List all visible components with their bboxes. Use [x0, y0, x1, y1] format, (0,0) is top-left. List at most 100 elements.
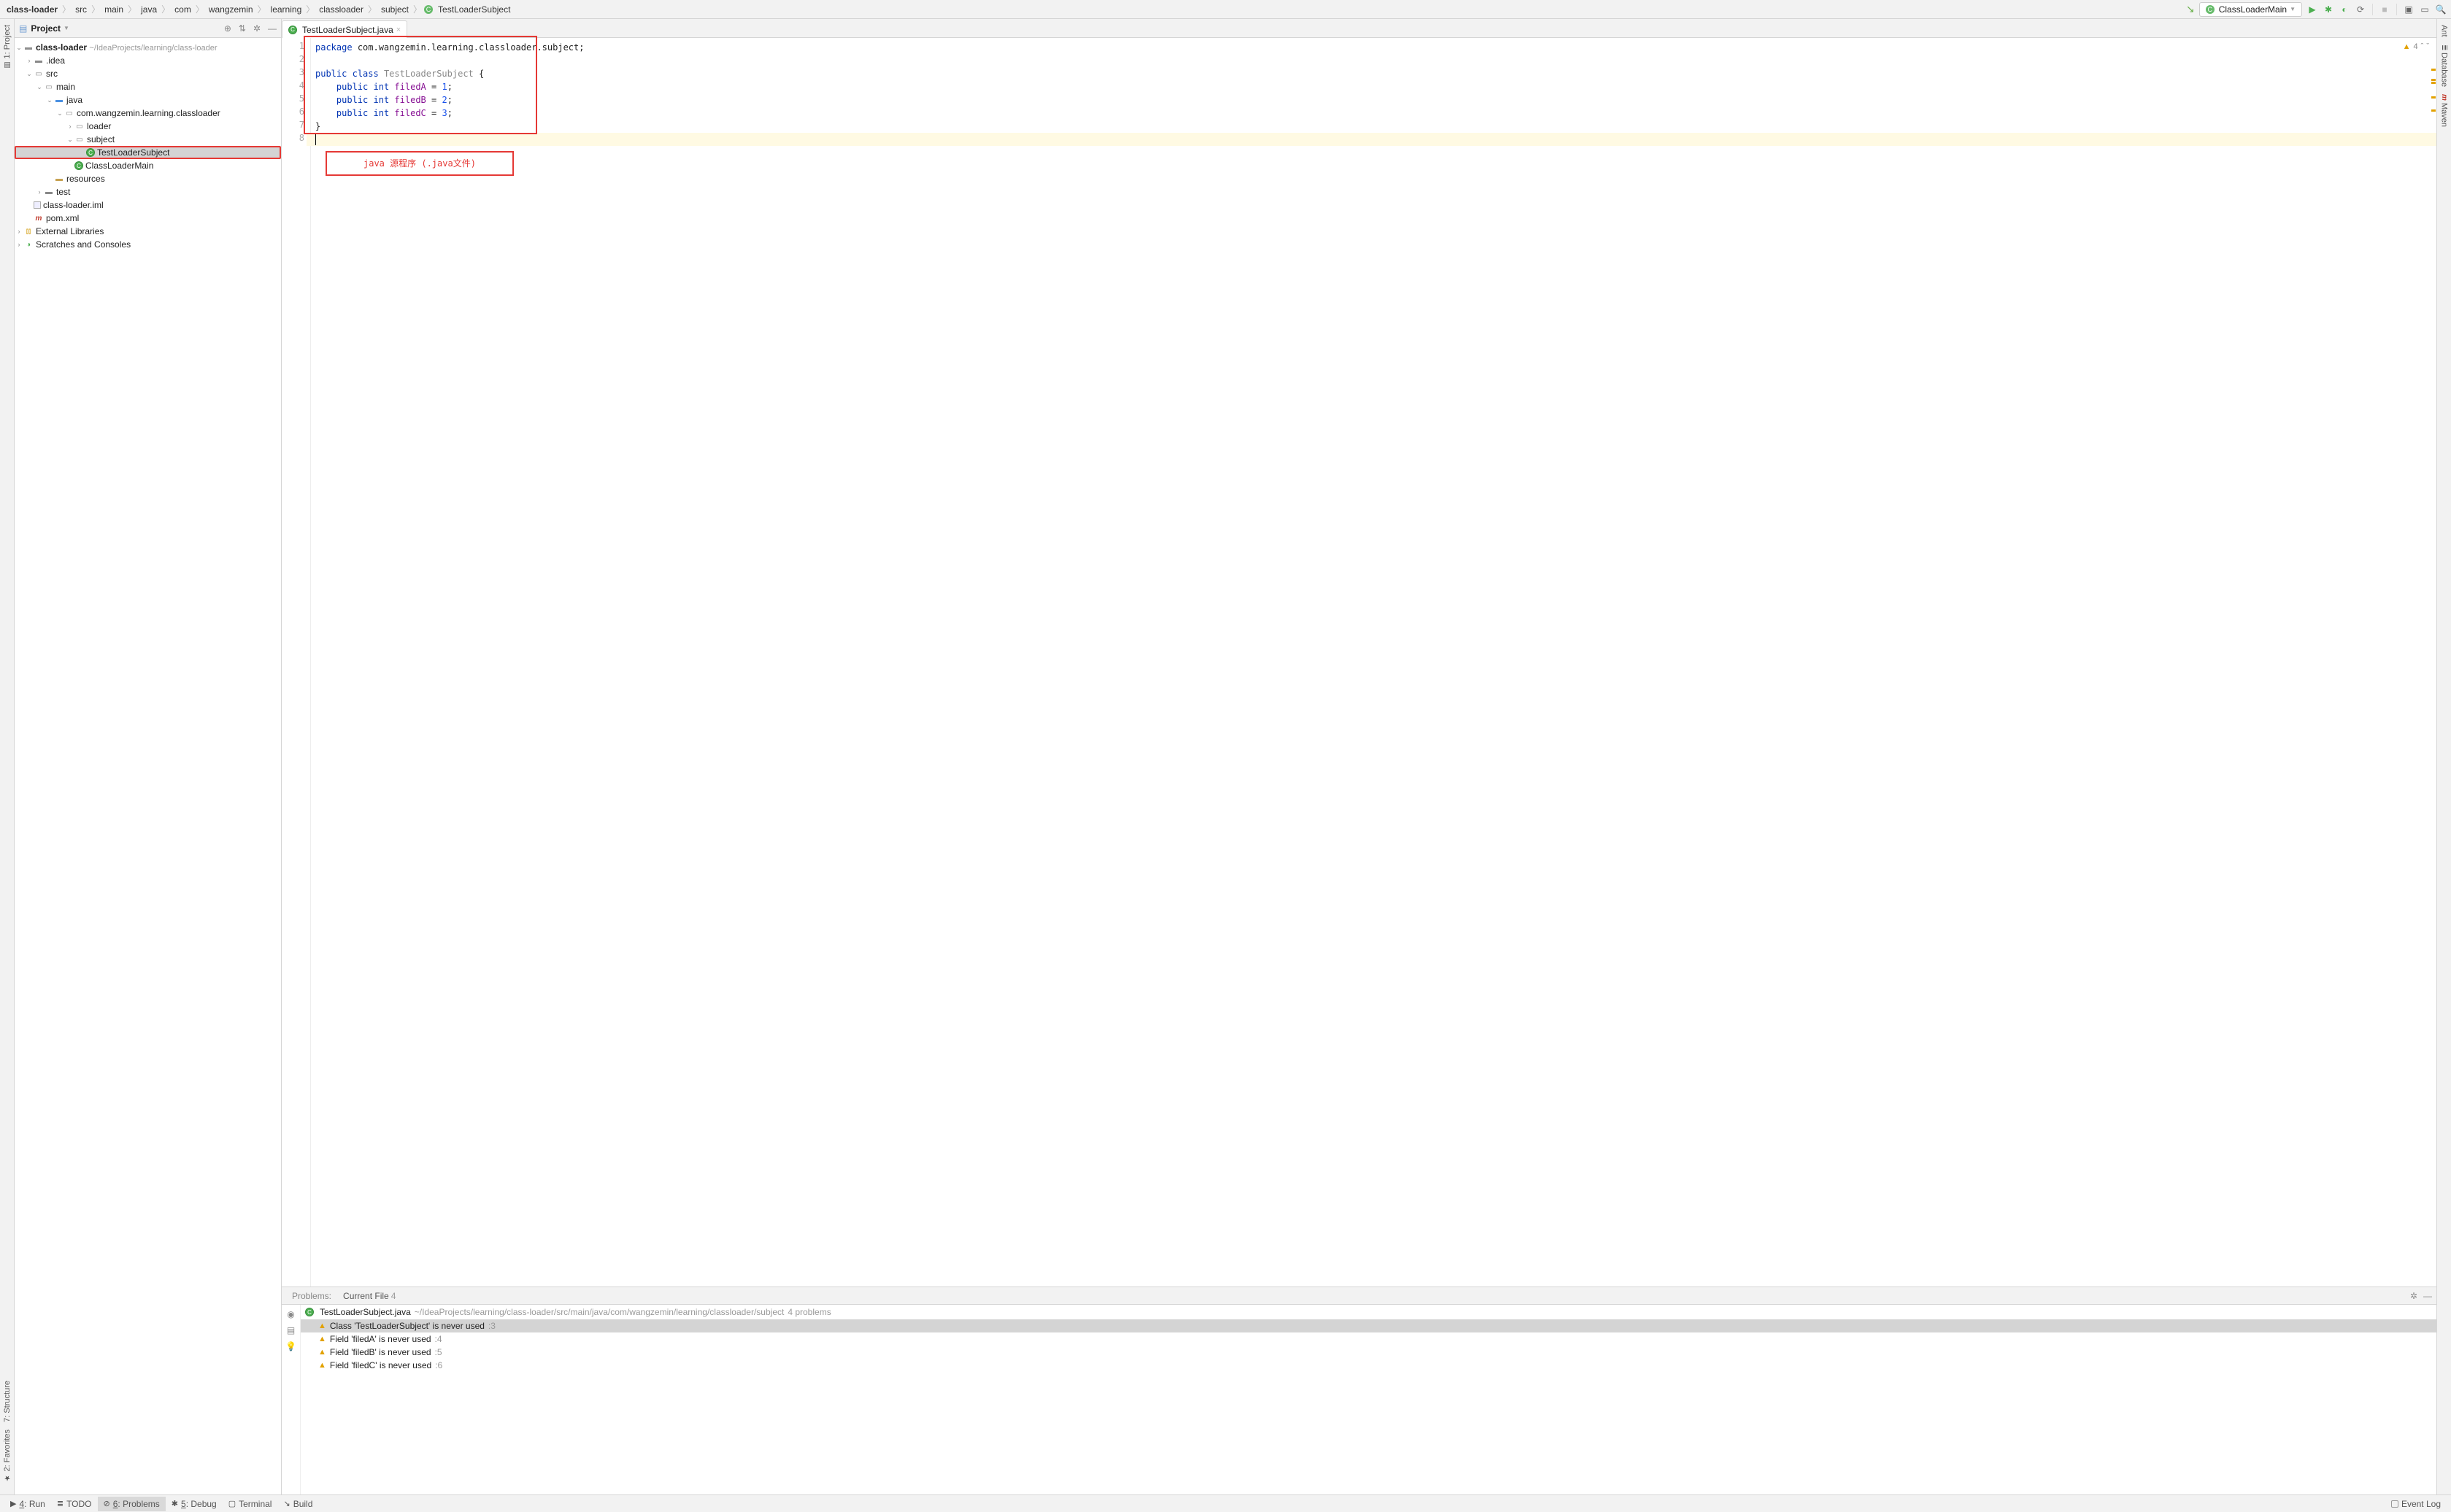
tree-package[interactable]: ⌄ ▭ com.wangzemin.learning.classloader	[15, 107, 281, 120]
line-number[interactable]: 5	[282, 93, 310, 107]
problems-tab-current[interactable]: Current File4	[337, 1288, 401, 1304]
stripe-mark[interactable]	[2431, 82, 2436, 84]
stripe-mark[interactable]	[2431, 96, 2436, 99]
crumb-src[interactable]: src	[73, 3, 89, 16]
tree-classloadermain[interactable]: C ClassLoaderMain	[15, 159, 281, 172]
run-configuration-selector[interactable]: C ClassLoaderMain ▼	[2199, 2, 2302, 17]
event-log-button[interactable]: Event Log	[2385, 1497, 2447, 1511]
crumb-file[interactable]: TestLoaderSubject	[436, 3, 512, 16]
tree-subject[interactable]: ⌄ ▭ subject	[15, 133, 281, 146]
tree-testloadersubject[interactable]: C TestLoaderSubject	[15, 146, 281, 159]
expander-icon[interactable]: ›	[66, 123, 74, 130]
ant-tool-button[interactable]: Ant	[2440, 25, 2449, 37]
expander-icon[interactable]: ⌄	[35, 83, 44, 91]
todo-tool-button[interactable]: ≣TODO	[51, 1497, 98, 1511]
editor-code[interactable]: package com.wangzemin.learning.classload…	[311, 38, 2436, 1287]
stripe-mark[interactable]	[2431, 79, 2436, 81]
tree-external-libs[interactable]: › ⫾⫾ External Libraries	[15, 225, 281, 238]
line-number[interactable]: 2	[282, 54, 310, 67]
problem-row[interactable]: ▲ Field 'filedB' is never used :5	[301, 1346, 2436, 1359]
line-number[interactable]: 1	[282, 41, 310, 54]
prev-highlight-icon[interactable]: ˆ	[2421, 42, 2424, 51]
tree-idea[interactable]: › ▬ .idea	[15, 54, 281, 67]
terminal-tool-button[interactable]: ▢Terminal	[223, 1497, 278, 1511]
tree-loader[interactable]: › ▭ loader	[15, 120, 281, 133]
debug-tool-button[interactable]: ✱5: Debug	[166, 1497, 223, 1511]
build-tool-button[interactable]: ↘Build	[277, 1497, 318, 1511]
problem-row[interactable]: ▲ Field 'filedC' is never used :6	[301, 1359, 2436, 1372]
inspection-indicator[interactable]: ▲ 4 ˆ ˇ	[2403, 42, 2429, 51]
project-tool-button[interactable]: ▤1: Project	[3, 25, 12, 69]
build-icon[interactable]: ↘	[2186, 3, 2195, 15]
crumb-wangzemin[interactable]: wangzemin	[207, 3, 255, 16]
stripe-mark[interactable]	[2431, 69, 2436, 71]
database-tool-button[interactable]: ≣Database	[2440, 45, 2449, 87]
collapse-icon[interactable]: ⇅	[239, 23, 246, 34]
expander-icon[interactable]: ⌄	[25, 70, 34, 78]
tree-scratches[interactable]: › ◑ Scratches and Consoles	[15, 238, 281, 251]
project-tree[interactable]: ⌄ ▬ class-loader ~/IdeaProjects/learning…	[15, 38, 281, 1494]
problems-list[interactable]: C TestLoaderSubject.java ~/IdeaProjects/…	[301, 1305, 2436, 1494]
locate-icon[interactable]: ⊕	[224, 23, 231, 34]
search-everywhere-button[interactable]: 🔍	[2435, 4, 2447, 15]
crumb-learning[interactable]: learning	[269, 3, 304, 16]
tree-java[interactable]: ⌄ ▬ java	[15, 93, 281, 107]
stripe-mark[interactable]	[2431, 109, 2436, 112]
tree-test[interactable]: › ▬ test	[15, 185, 281, 198]
settings-icon[interactable]: ✲	[253, 23, 261, 34]
git-button[interactable]: ▣	[2403, 4, 2415, 15]
expander-icon[interactable]: ›	[35, 188, 44, 196]
tree-pom[interactable]: m pom.xml	[15, 212, 281, 225]
project-structure-button[interactable]: ▭	[2419, 4, 2431, 15]
build-icon: ↘	[283, 1499, 290, 1508]
line-number[interactable]: 3	[282, 67, 310, 80]
close-tab-icon[interactable]: ×	[396, 26, 401, 34]
crumb-com[interactable]: com	[172, 3, 193, 16]
run-button[interactable]: ▶	[2306, 4, 2318, 15]
problem-row[interactable]: ▲ Field 'filedA' is never used :4	[301, 1332, 2436, 1346]
debug-button[interactable]: ✱	[2323, 4, 2334, 15]
bulb-icon[interactable]: 💡	[285, 1341, 296, 1351]
line-number[interactable]: 4	[282, 80, 310, 93]
project-panel-title[interactable]: Project ▼	[31, 23, 220, 34]
expander-icon[interactable]: ›	[15, 241, 23, 248]
expander-icon[interactable]: ⌄	[55, 109, 64, 117]
problems-file-header[interactable]: C TestLoaderSubject.java ~/IdeaProjects/…	[301, 1305, 2436, 1319]
expander-icon[interactable]: ⌄	[66, 136, 74, 144]
expand-icon[interactable]: ▤	[287, 1325, 295, 1335]
crumb-java[interactable]: java	[139, 3, 159, 16]
crumb-root[interactable]: class-loader	[4, 3, 60, 16]
hide-icon[interactable]: —	[2423, 1291, 2432, 1301]
error-stripe[interactable]	[2429, 38, 2436, 1287]
hide-icon[interactable]: —	[268, 23, 277, 34]
star-icon: ★	[3, 1473, 11, 1481]
problems-tab-all[interactable]: Problems:	[286, 1288, 337, 1304]
expander-icon[interactable]: ⌄	[45, 96, 54, 104]
crumb-classloader[interactable]: classloader	[317, 3, 366, 16]
stop-button[interactable]: ■	[2379, 4, 2390, 15]
line-number[interactable]: 7	[282, 120, 310, 133]
expander-icon[interactable]: ⌄	[15, 44, 23, 52]
structure-tool-button[interactable]: 7: Structure	[3, 1381, 12, 1422]
editor-body[interactable]: 1 2 3 4 5 6 7 8 package com.wangzemin.le…	[282, 38, 2436, 1287]
tree-main[interactable]: ⌄ ▭ main	[15, 80, 281, 93]
view-icon[interactable]: ◉	[287, 1309, 294, 1319]
line-number[interactable]: 6	[282, 107, 310, 120]
tree-resources[interactable]: ▬ resources	[15, 172, 281, 185]
run-tool-button[interactable]: ▶4: Run	[4, 1497, 51, 1511]
profile-button[interactable]: ⟳	[2355, 4, 2366, 15]
expander-icon[interactable]: ›	[25, 57, 34, 64]
tree-src[interactable]: ⌄ ▭ src	[15, 67, 281, 80]
coverage-button[interactable]: ◐	[2339, 4, 2350, 15]
problem-row[interactable]: ▲ Class 'TestLoaderSubject' is never use…	[301, 1319, 2436, 1332]
tree-root[interactable]: ⌄ ▬ class-loader ~/IdeaProjects/learning…	[15, 41, 281, 54]
problems-tool-button[interactable]: ⊘6: Problems	[98, 1497, 166, 1511]
crumb-subject[interactable]: subject	[379, 3, 411, 16]
settings-icon[interactable]: ✲	[2410, 1291, 2417, 1301]
expander-icon[interactable]: ›	[15, 228, 23, 235]
favorites-tool-button[interactable]: ★2: Favorites	[3, 1430, 12, 1481]
editor-tab[interactable]: C TestLoaderSubject.java ×	[282, 20, 407, 38]
tree-iml[interactable]: class-loader.iml	[15, 198, 281, 212]
maven-tool-button[interactable]: mMaven	[2440, 94, 2449, 127]
crumb-main[interactable]: main	[102, 3, 126, 16]
